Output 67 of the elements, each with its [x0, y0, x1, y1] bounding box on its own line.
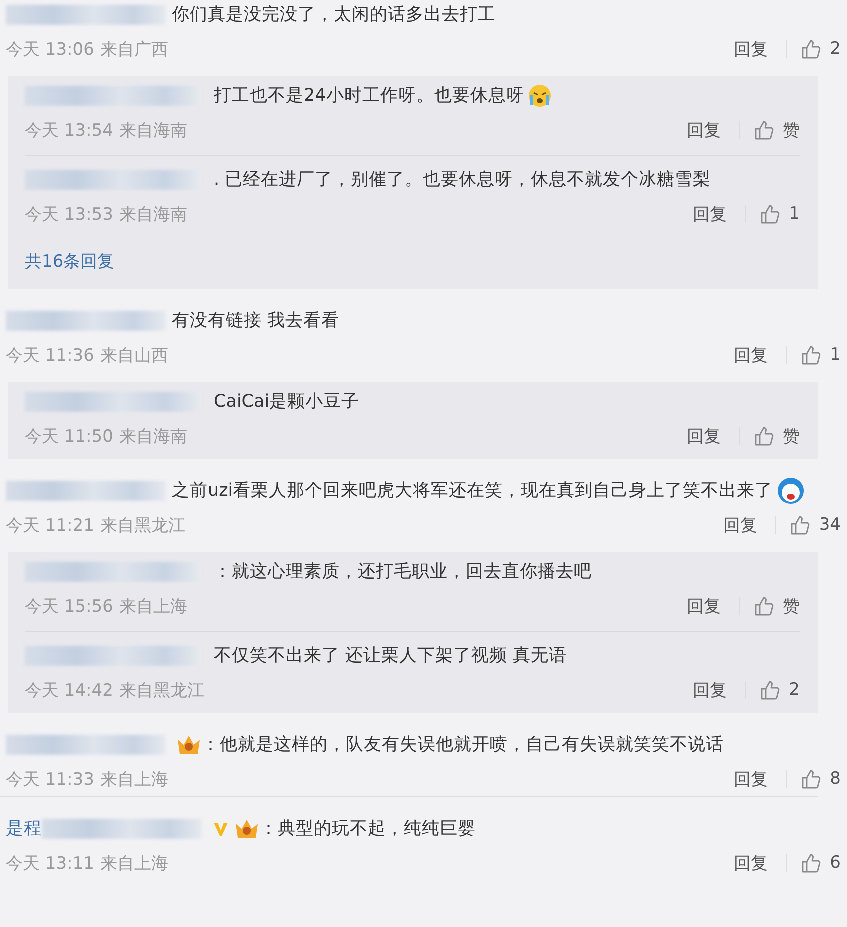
reply-button[interactable]: 回复 — [693, 202, 728, 226]
comment-location: 来自海南 — [119, 204, 188, 226]
like-button[interactable]: 8 — [801, 768, 841, 790]
like-button[interactable]: 赞 — [754, 118, 800, 142]
reply-button[interactable]: 回复 — [734, 852, 768, 874]
comment-text: CaiCai是颗小豆子 — [214, 392, 360, 412]
reply-button[interactable]: 回复 — [693, 678, 728, 702]
face-emoji-icon — [777, 477, 806, 506]
v-badge-icon — [212, 820, 230, 838]
comment-time: 今天 13:53 — [25, 204, 114, 226]
comment-location: 来自上海 — [100, 852, 168, 874]
comment-location: 来自黑龙江 — [100, 514, 186, 536]
crown-badge-icon — [234, 818, 260, 840]
comment-text: 打工也不是24小时工作呀。也要休息呀 — [214, 86, 524, 106]
thumbs-up-icon — [754, 120, 775, 140]
thumbs-up-icon — [801, 852, 822, 874]
crying-emoji-icon — [528, 84, 552, 108]
comment-text: ：他就是这样的，队友有失误他就开喷，自己有失误就笑笑不说话 — [202, 735, 724, 755]
comment-time: 今天 15:56 — [25, 596, 114, 618]
thumbs-up-icon — [801, 344, 822, 366]
comment-text: 之前uzi看栗人那个回来吧虎大将军还在笑，现在真到自己身上了笑不出来了 — [172, 481, 774, 501]
comment-location: 来自上海 — [100, 768, 168, 790]
thumbs-up-icon — [760, 204, 782, 224]
like-button[interactable]: 赞 — [754, 424, 800, 448]
comment-location: 来自海南 — [119, 120, 188, 142]
comment-text: 你们真是没完没了，太闲的话多出去打工 — [172, 5, 496, 25]
thumbs-up-icon — [790, 514, 812, 536]
comment-location: 来自海南 — [119, 426, 188, 448]
comment-text: 有没有链接 我去看看 — [172, 311, 340, 331]
comment-time: 今天 13:06 — [6, 38, 94, 60]
like-button[interactable]: 6 — [801, 852, 841, 874]
comment-time: 今天 14:42 — [25, 680, 114, 702]
username-link[interactable]: 是程 — [6, 819, 42, 839]
comment-time: 今天 11:21 — [6, 514, 94, 536]
like-button[interactable]: 34 — [790, 514, 841, 536]
comment-time: 今天 11:36 — [6, 344, 94, 366]
reply-button[interactable]: 回复 — [687, 118, 721, 142]
reply-button[interactable]: 回复 — [687, 424, 721, 448]
crown-badge-icon — [176, 734, 202, 756]
comment-text: ：典型的玩不起，纯纯巨婴 — [260, 819, 476, 839]
comment-text: ：就这心理素质，还打毛职业，回去直你播去吧 — [214, 562, 592, 582]
like-button[interactable]: 1 — [801, 344, 841, 366]
comment-location: 来自上海 — [119, 596, 188, 618]
like-button[interactable]: 2 — [760, 680, 800, 700]
thumbs-up-icon — [754, 596, 775, 616]
thumbs-up-icon — [754, 426, 775, 446]
reply-button[interactable]: 回复 — [734, 38, 768, 60]
reply-button[interactable]: 回复 — [687, 594, 721, 618]
comment-time: 今天 13:11 — [6, 852, 94, 874]
comment-time: 今天 11:50 — [25, 426, 114, 448]
comment-text: 不仅笑不出来了 还让栗人下架了视频 真无语 — [214, 646, 568, 666]
reply-button[interactable]: 回复 — [734, 344, 768, 366]
thumbs-up-icon — [801, 38, 822, 60]
like-button[interactable]: 1 — [760, 204, 800, 224]
thumbs-up-icon — [760, 680, 782, 700]
comment-text: . 已经在进厂了，别催了。也要休息呀，休息不就发个冰糖雪梨 — [214, 170, 712, 190]
like-button[interactable]: 赞 — [754, 594, 800, 618]
reply-button[interactable]: 回复 — [734, 768, 768, 790]
comment-location: 来自黑龙江 — [119, 680, 204, 702]
thumbs-up-icon — [801, 768, 822, 790]
more-replies-link[interactable]: 共16条回复 — [25, 249, 115, 275]
comment-location: 来自广西 — [100, 38, 168, 60]
comment-time: 今天 11:33 — [6, 768, 94, 790]
comment-location: 来自山西 — [100, 344, 168, 366]
comment-time: 今天 13:54 — [25, 120, 114, 142]
like-button[interactable]: 2 — [801, 38, 841, 60]
reply-button[interactable]: 回复 — [723, 514, 758, 536]
